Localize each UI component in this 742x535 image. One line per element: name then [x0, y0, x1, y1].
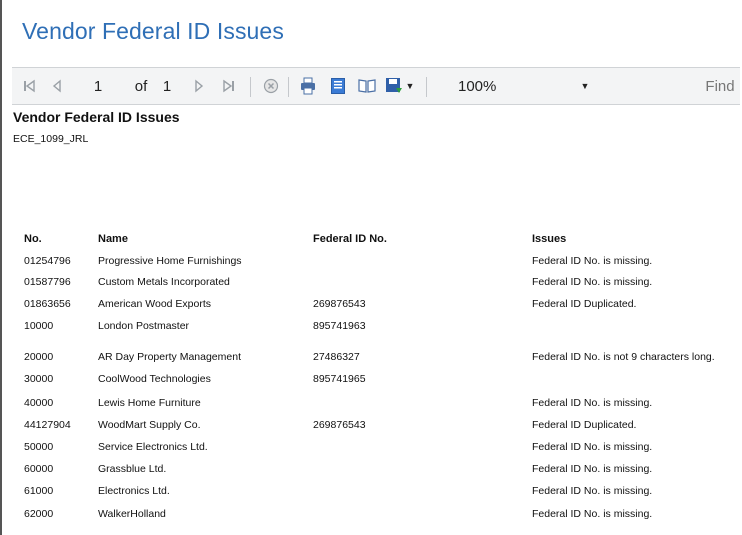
table-row: 61000 Electronics Ltd. Federal ID No. is… [2, 485, 742, 503]
first-page-icon[interactable] [18, 68, 40, 104]
cell-no: 61000 [24, 485, 54, 497]
previous-page-icon[interactable] [46, 68, 68, 104]
toolbar-separator [250, 77, 251, 97]
column-header-federal-id: Federal ID No. [313, 233, 387, 245]
report-title: Vendor Federal ID Issues [13, 109, 180, 125]
column-header-no: No. [24, 233, 42, 245]
cell-name: Electronics Ltd. [98, 485, 170, 497]
cell-no: 44127904 [24, 419, 71, 431]
cell-no: 01254796 [24, 255, 71, 267]
print-layout-icon[interactable] [326, 68, 350, 104]
cell-no: 01587796 [24, 276, 71, 288]
report-toolbar: 1 of 1 ▼ 100% ▼ Find [12, 67, 740, 105]
table-row: 20000 AR Day Property Management 2748632… [2, 351, 742, 369]
cell-federal-id: 895741965 [313, 373, 366, 385]
cell-federal-id: 269876543 [313, 419, 366, 431]
cell-no: 30000 [24, 373, 54, 385]
cell-no: 60000 [24, 463, 54, 475]
cell-name: CoolWood Technologies [98, 373, 211, 385]
cell-issues: Federal ID No. is missing. [532, 441, 653, 453]
toolbar-separator [288, 77, 289, 97]
cell-no: 10000 [24, 320, 54, 332]
cell-no: 20000 [24, 351, 54, 363]
cell-name: Grassblue Ltd. [98, 463, 167, 475]
table-row: 01587796 Custom Metals Incorporated Fede… [2, 276, 742, 294]
cell-federal-id: 269876543 [313, 298, 366, 310]
find-button[interactable]: Find [702, 68, 738, 104]
cell-issues: Federal ID No. is missing. [532, 397, 653, 409]
cell-name: Service Electronics Ltd. [98, 441, 208, 453]
export-dropdown-icon[interactable]: ▼ [404, 68, 416, 104]
cell-name: WalkerHolland [98, 508, 166, 520]
cell-issues: Federal ID No. is not 9 characters long. [532, 351, 715, 363]
cell-issues: Federal ID No. is missing. [532, 276, 653, 288]
cell-federal-id: 27486327 [313, 351, 360, 363]
cell-name: Progressive Home Furnishings [98, 255, 242, 267]
export-icon[interactable] [384, 68, 404, 104]
cell-federal-id: 895741963 [313, 320, 366, 332]
total-pages: 1 [162, 77, 172, 95]
cell-no: 01863656 [24, 298, 71, 310]
cell-name: WoodMart Supply Co. [98, 419, 201, 431]
table-row: 44127904 WoodMart Supply Co. 269876543 F… [2, 419, 742, 437]
last-page-icon[interactable] [218, 68, 240, 104]
cell-name: Custom Metals Incorporated [98, 276, 230, 288]
table-row: 60000 Grassblue Ltd. Federal ID No. is m… [2, 463, 742, 481]
column-header-name: Name [98, 233, 128, 245]
cell-issues: Federal ID No. is missing. [532, 485, 653, 497]
report-viewer-window: Vendor Federal ID Issues 1 of 1 ▼ 100% ▼… [0, 0, 742, 535]
cell-name: London Postmaster [98, 320, 190, 332]
page-setup-icon[interactable] [354, 68, 380, 104]
cell-issues: Federal ID No. is missing. [532, 255, 653, 267]
cell-no: 62000 [24, 508, 54, 520]
zoom-dropdown-icon[interactable]: ▼ [578, 68, 592, 104]
print-icon[interactable] [296, 68, 320, 104]
cell-issues: Federal ID No. is missing. [532, 508, 653, 520]
cell-name: AR Day Property Management [98, 351, 241, 363]
table-row: 10000 London Postmaster 895741963 [2, 320, 742, 338]
table-row: 01254796 Progressive Home Furnishings Fe… [2, 255, 742, 273]
cell-issues: Federal ID Duplicated. [532, 298, 637, 310]
table-row: 30000 CoolWood Technologies 895741965 [2, 373, 742, 391]
cell-issues: Federal ID Duplicated. [532, 419, 637, 431]
column-header-issues: Issues [532, 233, 567, 245]
of-label: of [134, 77, 148, 95]
cell-name: Lewis Home Furniture [98, 397, 201, 409]
table-row: 40000 Lewis Home Furniture Federal ID No… [2, 397, 742, 415]
table-row: 50000 Service Electronics Ltd. Federal I… [2, 441, 742, 459]
stop-icon[interactable] [260, 68, 282, 104]
cell-name: American Wood Exports [98, 298, 212, 310]
cell-no: 40000 [24, 397, 54, 409]
table-row: 01863656 American Wood Exports 269876543… [2, 298, 742, 316]
table-row: 62000 WalkerHolland Federal ID No. is mi… [2, 508, 742, 526]
page-title: Vendor Federal ID Issues [22, 18, 284, 44]
zoom-select[interactable]: 100% [458, 68, 508, 104]
cell-issues: Federal ID No. is missing. [532, 463, 653, 475]
next-page-icon[interactable] [188, 68, 210, 104]
report-subtitle: ECE_1099_JRL [13, 133, 89, 145]
toolbar-separator [426, 77, 427, 97]
cell-no: 50000 [24, 441, 54, 453]
current-page-input[interactable]: 1 [90, 68, 106, 104]
